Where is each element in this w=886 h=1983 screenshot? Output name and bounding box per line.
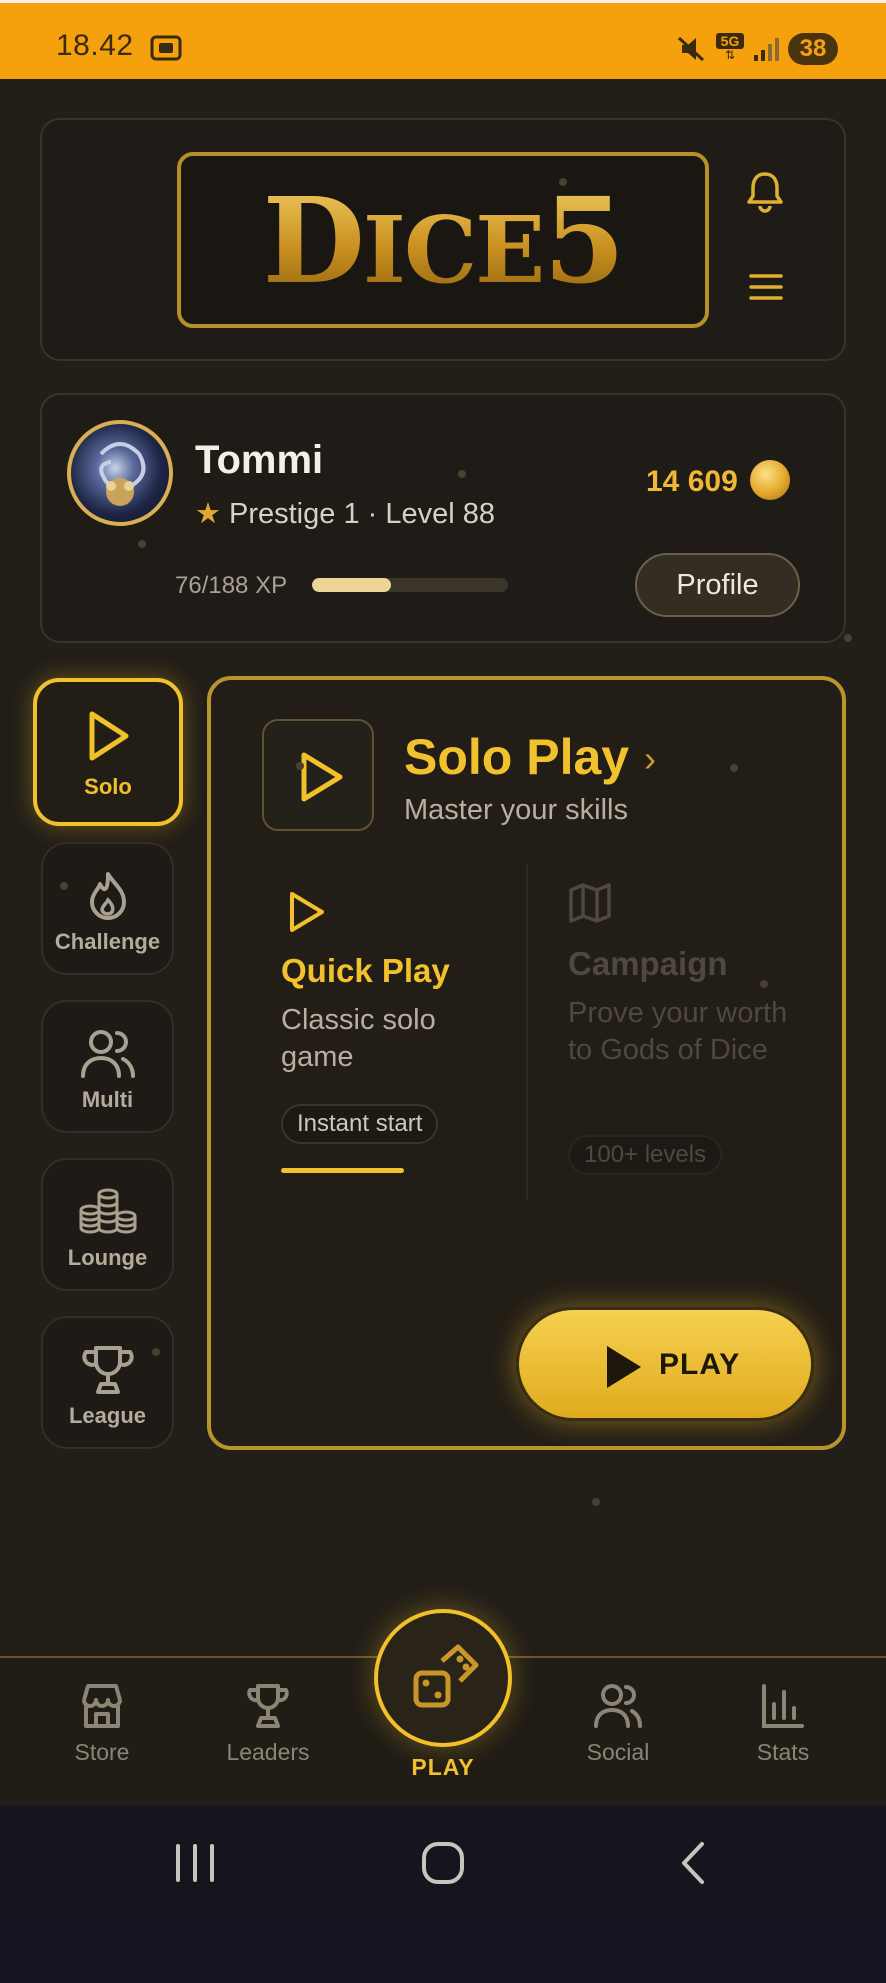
play-button-label: PLAY	[659, 1348, 741, 1381]
solo-play-subtitle: Master your skills	[404, 794, 628, 826]
coin-stacks-icon	[79, 1188, 136, 1234]
dust-dot	[844, 634, 852, 642]
option-divider	[526, 865, 528, 1200]
mode-label: Challenge	[54, 929, 161, 954]
nav-play-button[interactable]	[374, 1609, 512, 1747]
recent-apps-icon[interactable]	[172, 1842, 218, 1884]
status-time: 18.42	[56, 29, 134, 62]
xp-progress-fill	[312, 578, 392, 592]
back-icon[interactable]	[676, 1840, 710, 1886]
mode-lounge[interactable]: Lounge	[41, 1158, 174, 1291]
quick-play-title: Quick Play	[281, 952, 450, 989]
screenshot-icon	[150, 35, 182, 61]
mode-league[interactable]: League	[41, 1316, 174, 1449]
mode-label: Solo	[84, 774, 132, 799]
campaign-title: Campaign	[568, 945, 728, 982]
solo-play-icon-box	[262, 719, 374, 831]
nav-play-label: PLAY	[411, 1754, 475, 1780]
users-icon	[80, 1030, 135, 1078]
instant-start-chip: Instant start	[281, 1104, 439, 1144]
dust-dot	[152, 1348, 160, 1356]
quick-play-description: Classic solo game	[281, 1004, 436, 1073]
store-icon	[82, 1684, 122, 1728]
status-bar: 18.42 5G ⇅ 38	[0, 0, 886, 79]
prestige-level: ★ Prestige 1 · Level 88	[195, 496, 495, 531]
campaign-description: Prove your worth to Gods of Dice	[568, 997, 788, 1066]
avatar[interactable]	[67, 420, 173, 526]
map-icon	[569, 883, 611, 923]
play-icon	[89, 711, 129, 761]
xp-label: 76/188 XP	[175, 572, 288, 599]
avatar-image	[99, 442, 146, 506]
star-icon: ★	[195, 498, 221, 530]
bar-chart-icon	[762, 1684, 804, 1728]
dust-dot	[592, 1498, 600, 1506]
coin-icon	[750, 460, 790, 500]
nav-label: Store	[74, 1739, 130, 1765]
solo-play-title[interactable]: Solo Play	[404, 728, 629, 786]
dust-dot	[730, 764, 738, 772]
nav-label: Stats	[756, 1739, 810, 1765]
5g-data-icon: 5G ⇅	[716, 33, 744, 63]
dust-dot	[559, 178, 567, 186]
play-button[interactable]: PLAY	[516, 1307, 814, 1421]
nav-label: Leaders	[226, 1739, 310, 1765]
logo-text: DICE5	[262, 170, 626, 310]
chevron-right-icon[interactable]: ›	[644, 738, 656, 780]
coin-balance: 14 609	[646, 465, 738, 498]
dust-dot	[760, 980, 768, 988]
flame-icon	[89, 872, 126, 920]
mode-label: Multi	[81, 1087, 134, 1112]
prestige-level-text: Prestige 1 · Level 88	[229, 498, 495, 530]
mute-icon	[677, 36, 705, 62]
menu-icon[interactable]	[748, 272, 784, 302]
mode-label: League	[68, 1403, 147, 1428]
nav-label: Social	[586, 1739, 650, 1765]
nav-stats[interactable]: Stats	[723, 1682, 843, 1766]
logo: DICE5	[177, 152, 709, 328]
xp-progress-bar	[312, 578, 508, 592]
mode-challenge[interactable]: Challenge	[41, 842, 174, 975]
trophy-icon	[81, 1346, 134, 1394]
play-icon	[607, 1346, 641, 1388]
users-icon	[594, 1684, 642, 1728]
system-nav-bar	[0, 1806, 886, 1922]
dice-icon	[413, 1644, 479, 1708]
bell-icon[interactable]	[745, 170, 785, 214]
dust-dot	[138, 540, 146, 548]
profile-button[interactable]: Profile	[635, 553, 800, 617]
app-screen: 18.42 5G ⇅ 38 DICE5 Tommi ★ Prestige 1 ·…	[0, 0, 886, 1922]
nav-social[interactable]: Social	[558, 1682, 678, 1766]
mode-solo[interactable]: Solo	[33, 678, 183, 826]
home-icon[interactable]	[420, 1840, 466, 1886]
dust-dot	[458, 470, 466, 478]
username: Tommi	[195, 438, 324, 482]
trophy-icon	[247, 1684, 289, 1728]
levels-chip: 100+ levels	[568, 1135, 723, 1175]
nav-store[interactable]: Store	[42, 1682, 162, 1766]
signal-icon	[754, 38, 779, 61]
battery-icon: 38	[788, 33, 838, 65]
mode-label: Lounge	[67, 1245, 148, 1270]
nav-leaders[interactable]: Leaders	[208, 1682, 328, 1766]
play-icon	[301, 752, 343, 802]
play-icon	[290, 892, 324, 932]
dust-dot	[60, 882, 68, 890]
dust-dot	[296, 762, 304, 770]
mode-multi[interactable]: Multi	[41, 1000, 174, 1133]
selected-indicator	[281, 1168, 404, 1173]
